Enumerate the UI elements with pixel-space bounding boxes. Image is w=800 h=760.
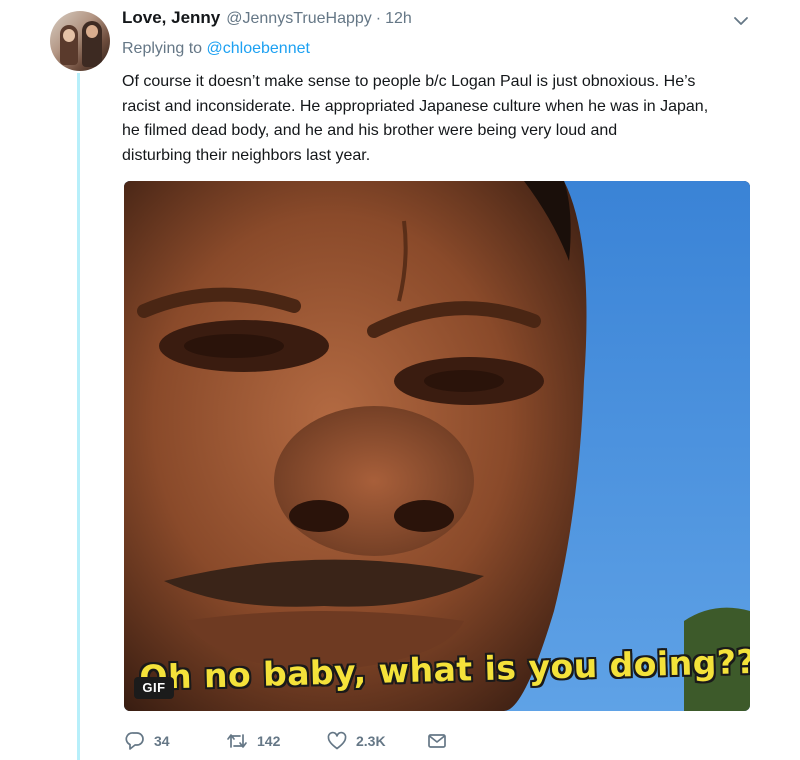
author-handle[interactable]: @JennysTrueHappy xyxy=(226,10,372,28)
tweet-text: Of course it doesn’t make sense to peopl… xyxy=(122,70,762,168)
like-count: 2.3K xyxy=(356,733,386,749)
timestamp[interactable]: 12h xyxy=(385,10,412,28)
mention-link[interactable]: @chloebennet xyxy=(207,40,310,57)
avatar[interactable] xyxy=(50,11,110,71)
envelope-icon xyxy=(426,730,448,752)
thread-line xyxy=(77,73,80,760)
heart-icon xyxy=(326,730,348,752)
tweet-text-line: racist and inconsiderate. He appropriate… xyxy=(122,97,709,115)
tweet-text-line: he filmed dead body, and he and his brot… xyxy=(122,122,618,139)
replying-prefix: Replying to xyxy=(122,40,203,57)
tweet-text-line: disturbing their neighbors last year. xyxy=(122,146,371,164)
separator: · xyxy=(375,10,382,27)
dm-button[interactable] xyxy=(426,727,448,755)
tweet-header: Love, Jenny @JennysTrueHappy · 12h xyxy=(122,8,412,32)
retweet-count: 142 xyxy=(257,733,281,749)
reply-icon xyxy=(124,730,146,752)
retweet-icon xyxy=(225,730,249,752)
gif-media[interactable]: Oh no baby, what is you doing??? GIF xyxy=(124,181,750,711)
tweet-text-line: Of course it doesn’t make sense to peopl… xyxy=(122,73,696,90)
retweet-button[interactable]: 142 xyxy=(225,727,280,755)
gif-frame xyxy=(124,181,750,711)
like-button[interactable]: 2.3K xyxy=(326,727,386,755)
author-name[interactable]: Love, Jenny xyxy=(122,8,220,28)
reply-count: 34 xyxy=(154,733,170,749)
reply-button[interactable]: 34 xyxy=(124,727,170,755)
chevron-down-icon[interactable] xyxy=(732,12,750,30)
gif-badge: GIF xyxy=(134,677,174,699)
replying-to: Replying to @chloebennet xyxy=(122,40,310,58)
